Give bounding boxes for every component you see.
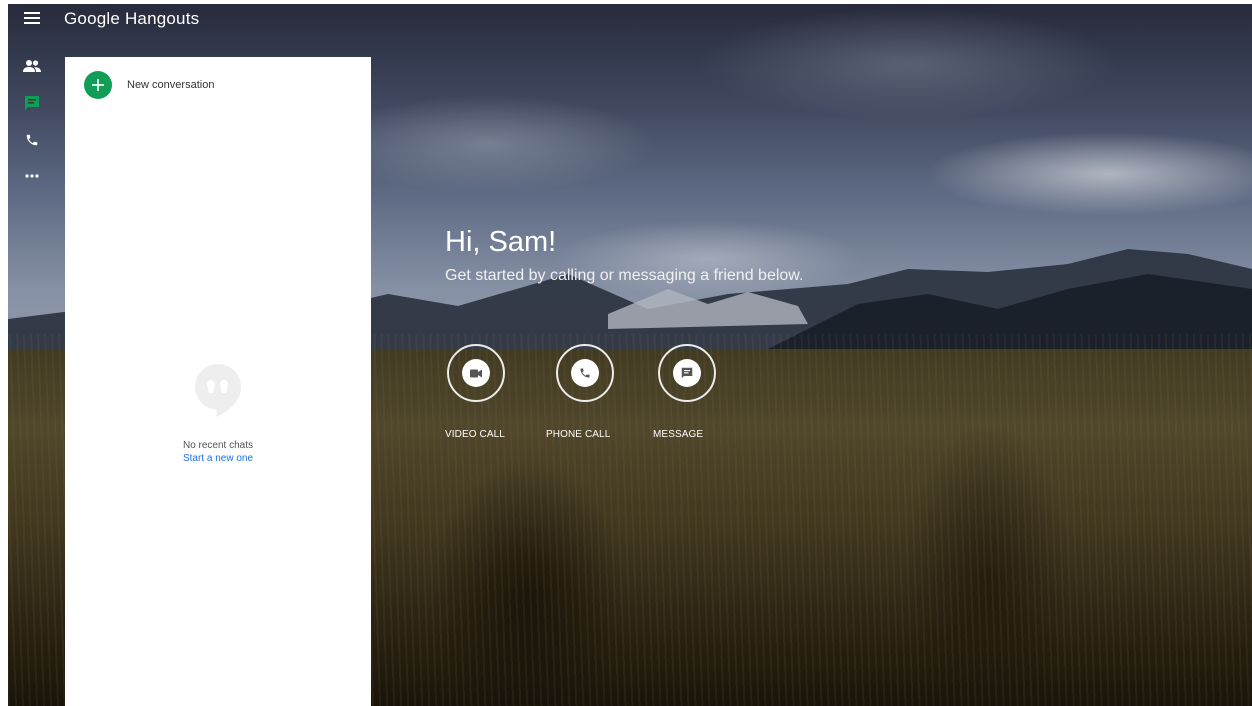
top-bar: Google Hangouts	[8, 4, 1252, 34]
rail-item-contacts[interactable]	[22, 56, 42, 76]
hangouts-quote-icon	[195, 364, 241, 417]
videocam-icon	[462, 359, 490, 387]
message-icon	[673, 359, 701, 387]
phone-icon	[571, 359, 599, 387]
phone-icon	[26, 134, 38, 146]
start-new-chat-link[interactable]: Start a new one	[65, 453, 371, 464]
plus-icon	[84, 71, 112, 99]
people-icon	[23, 60, 41, 72]
app-title: Google Hangouts	[64, 9, 200, 28]
greeting: Hi, Sam! Get started by calling or messa…	[445, 226, 803, 285]
phone-call-circle	[556, 344, 614, 402]
more-horiz-icon	[25, 174, 39, 178]
empty-chats-title: No recent chats	[182, 440, 254, 451]
greeting-title: Hi, Sam!	[445, 226, 557, 258]
app-window: Google Hangouts New conversation No rece…	[8, 4, 1252, 706]
rail-item-more[interactable]	[22, 166, 42, 186]
new-conversation-button[interactable]: New conversation	[84, 70, 214, 100]
main-menu-button[interactable]	[24, 11, 42, 25]
video-call-label: VIDEO CALL	[445, 429, 505, 440]
rail-item-phone-calls[interactable]	[22, 130, 42, 150]
new-conversation-label: New conversation	[127, 79, 215, 91]
conversations-panel: New conversation No recent chats Start a…	[65, 57, 371, 706]
video-call-circle	[447, 344, 505, 402]
message-label: MESSAGE	[653, 429, 704, 440]
hamburger-menu-icon	[24, 12, 40, 24]
message-circle	[658, 344, 716, 402]
greeting-subtitle: Get started by calling or messaging a fr…	[445, 267, 804, 284]
rail-item-conversations[interactable]	[22, 93, 42, 113]
phone-call-label: PHONE CALL	[546, 429, 611, 440]
chat-icon	[25, 96, 39, 110]
empty-chats-state: No recent chats Start a new one	[65, 362, 371, 464]
